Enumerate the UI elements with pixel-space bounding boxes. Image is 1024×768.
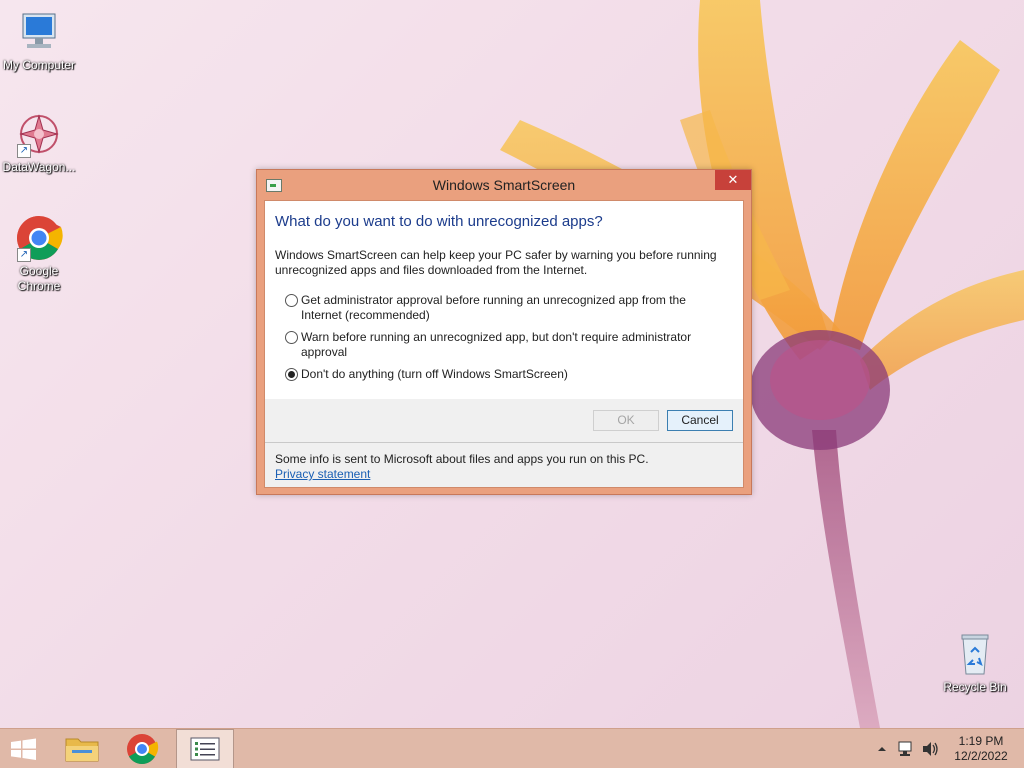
dialog-body: What do you want to do with unrecognized…: [264, 200, 744, 488]
desktop-icon-label: Recycle Bin: [943, 680, 1007, 694]
radio-button-selected[interactable]: [285, 368, 298, 381]
ok-button[interactable]: OK: [593, 410, 659, 431]
option-label: Warn before running an unrecognized app,…: [301, 330, 692, 359]
speaker-icon: [923, 742, 938, 756]
smartscreen-dialog: Windows SmartScreen ✕ What do you want t…: [256, 169, 752, 495]
desktop-icon-label: My Computer: [2, 58, 76, 72]
taskbar: 1:19 PM 12/2/2022: [0, 728, 1024, 768]
desktop-icon-label: Google Chrome: [17, 264, 61, 293]
divider: [265, 442, 743, 443]
desktop-icon-my-computer[interactable]: My Computer: [0, 8, 78, 73]
desktop-icon-google-chrome[interactable]: ↗ Google Chrome: [0, 214, 78, 294]
close-button[interactable]: ✕: [715, 170, 751, 190]
radio-button[interactable]: [285, 331, 298, 344]
taskbar-google-chrome[interactable]: [114, 729, 170, 768]
datawagon-icon: ↗: [15, 110, 63, 158]
dialog-title: Windows SmartScreen: [432, 177, 576, 193]
volume-tray-button[interactable]: [918, 729, 942, 768]
recycle-bin-icon: [951, 630, 999, 678]
chrome-icon: ↗: [15, 214, 63, 262]
windows-logo-icon: [11, 738, 36, 760]
dialog-main-area: What do you want to do with unrecognized…: [265, 201, 743, 399]
privacy-statement-link[interactable]: Privacy statement: [275, 467, 370, 481]
show-hidden-icons-button[interactable]: [872, 729, 892, 768]
desktop-icon-recycle-bin[interactable]: Recycle Bin: [936, 630, 1014, 695]
desktop-icon-datawagon[interactable]: ↗ DataWagon...: [0, 110, 78, 175]
cancel-button[interactable]: Cancel: [667, 410, 733, 431]
dialog-description: Windows SmartScreen can help keep your P…: [275, 248, 717, 277]
computer-icon: [15, 8, 63, 56]
dialog-heading: What do you want to do with unrecognized…: [275, 213, 603, 230]
option-label: Get administrator approval before runnin…: [301, 293, 686, 322]
taskbar-file-explorer[interactable]: [54, 729, 110, 768]
start-button[interactable]: [0, 729, 48, 768]
list-window-icon: [190, 737, 220, 761]
taskbar-active-window[interactable]: [176, 729, 234, 768]
option-label: Don't do anything (turn off Windows Smar…: [301, 367, 568, 381]
clock-time: 1:19 PM: [958, 734, 1004, 748]
folder-icon: [65, 738, 99, 762]
network-icon: [898, 741, 912, 756]
radio-button[interactable]: [285, 294, 298, 307]
clock-date: 12/2/2022: [954, 749, 1008, 763]
footer-info-text: Some info is sent to Microsoft about fil…: [275, 452, 649, 466]
shortcut-arrow-icon: ↗: [17, 144, 31, 158]
chrome-icon: [127, 734, 159, 765]
dialog-titlebar[interactable]: Windows SmartScreen ✕: [257, 170, 751, 200]
chevron-up-icon: [878, 747, 886, 751]
shortcut-arrow-icon: ↗: [17, 248, 31, 262]
clock[interactable]: 1:19 PM 12/2/2022: [946, 734, 1016, 764]
network-tray-button[interactable]: [894, 729, 918, 768]
desktop-icon-label: DataWagon...: [2, 160, 76, 174]
